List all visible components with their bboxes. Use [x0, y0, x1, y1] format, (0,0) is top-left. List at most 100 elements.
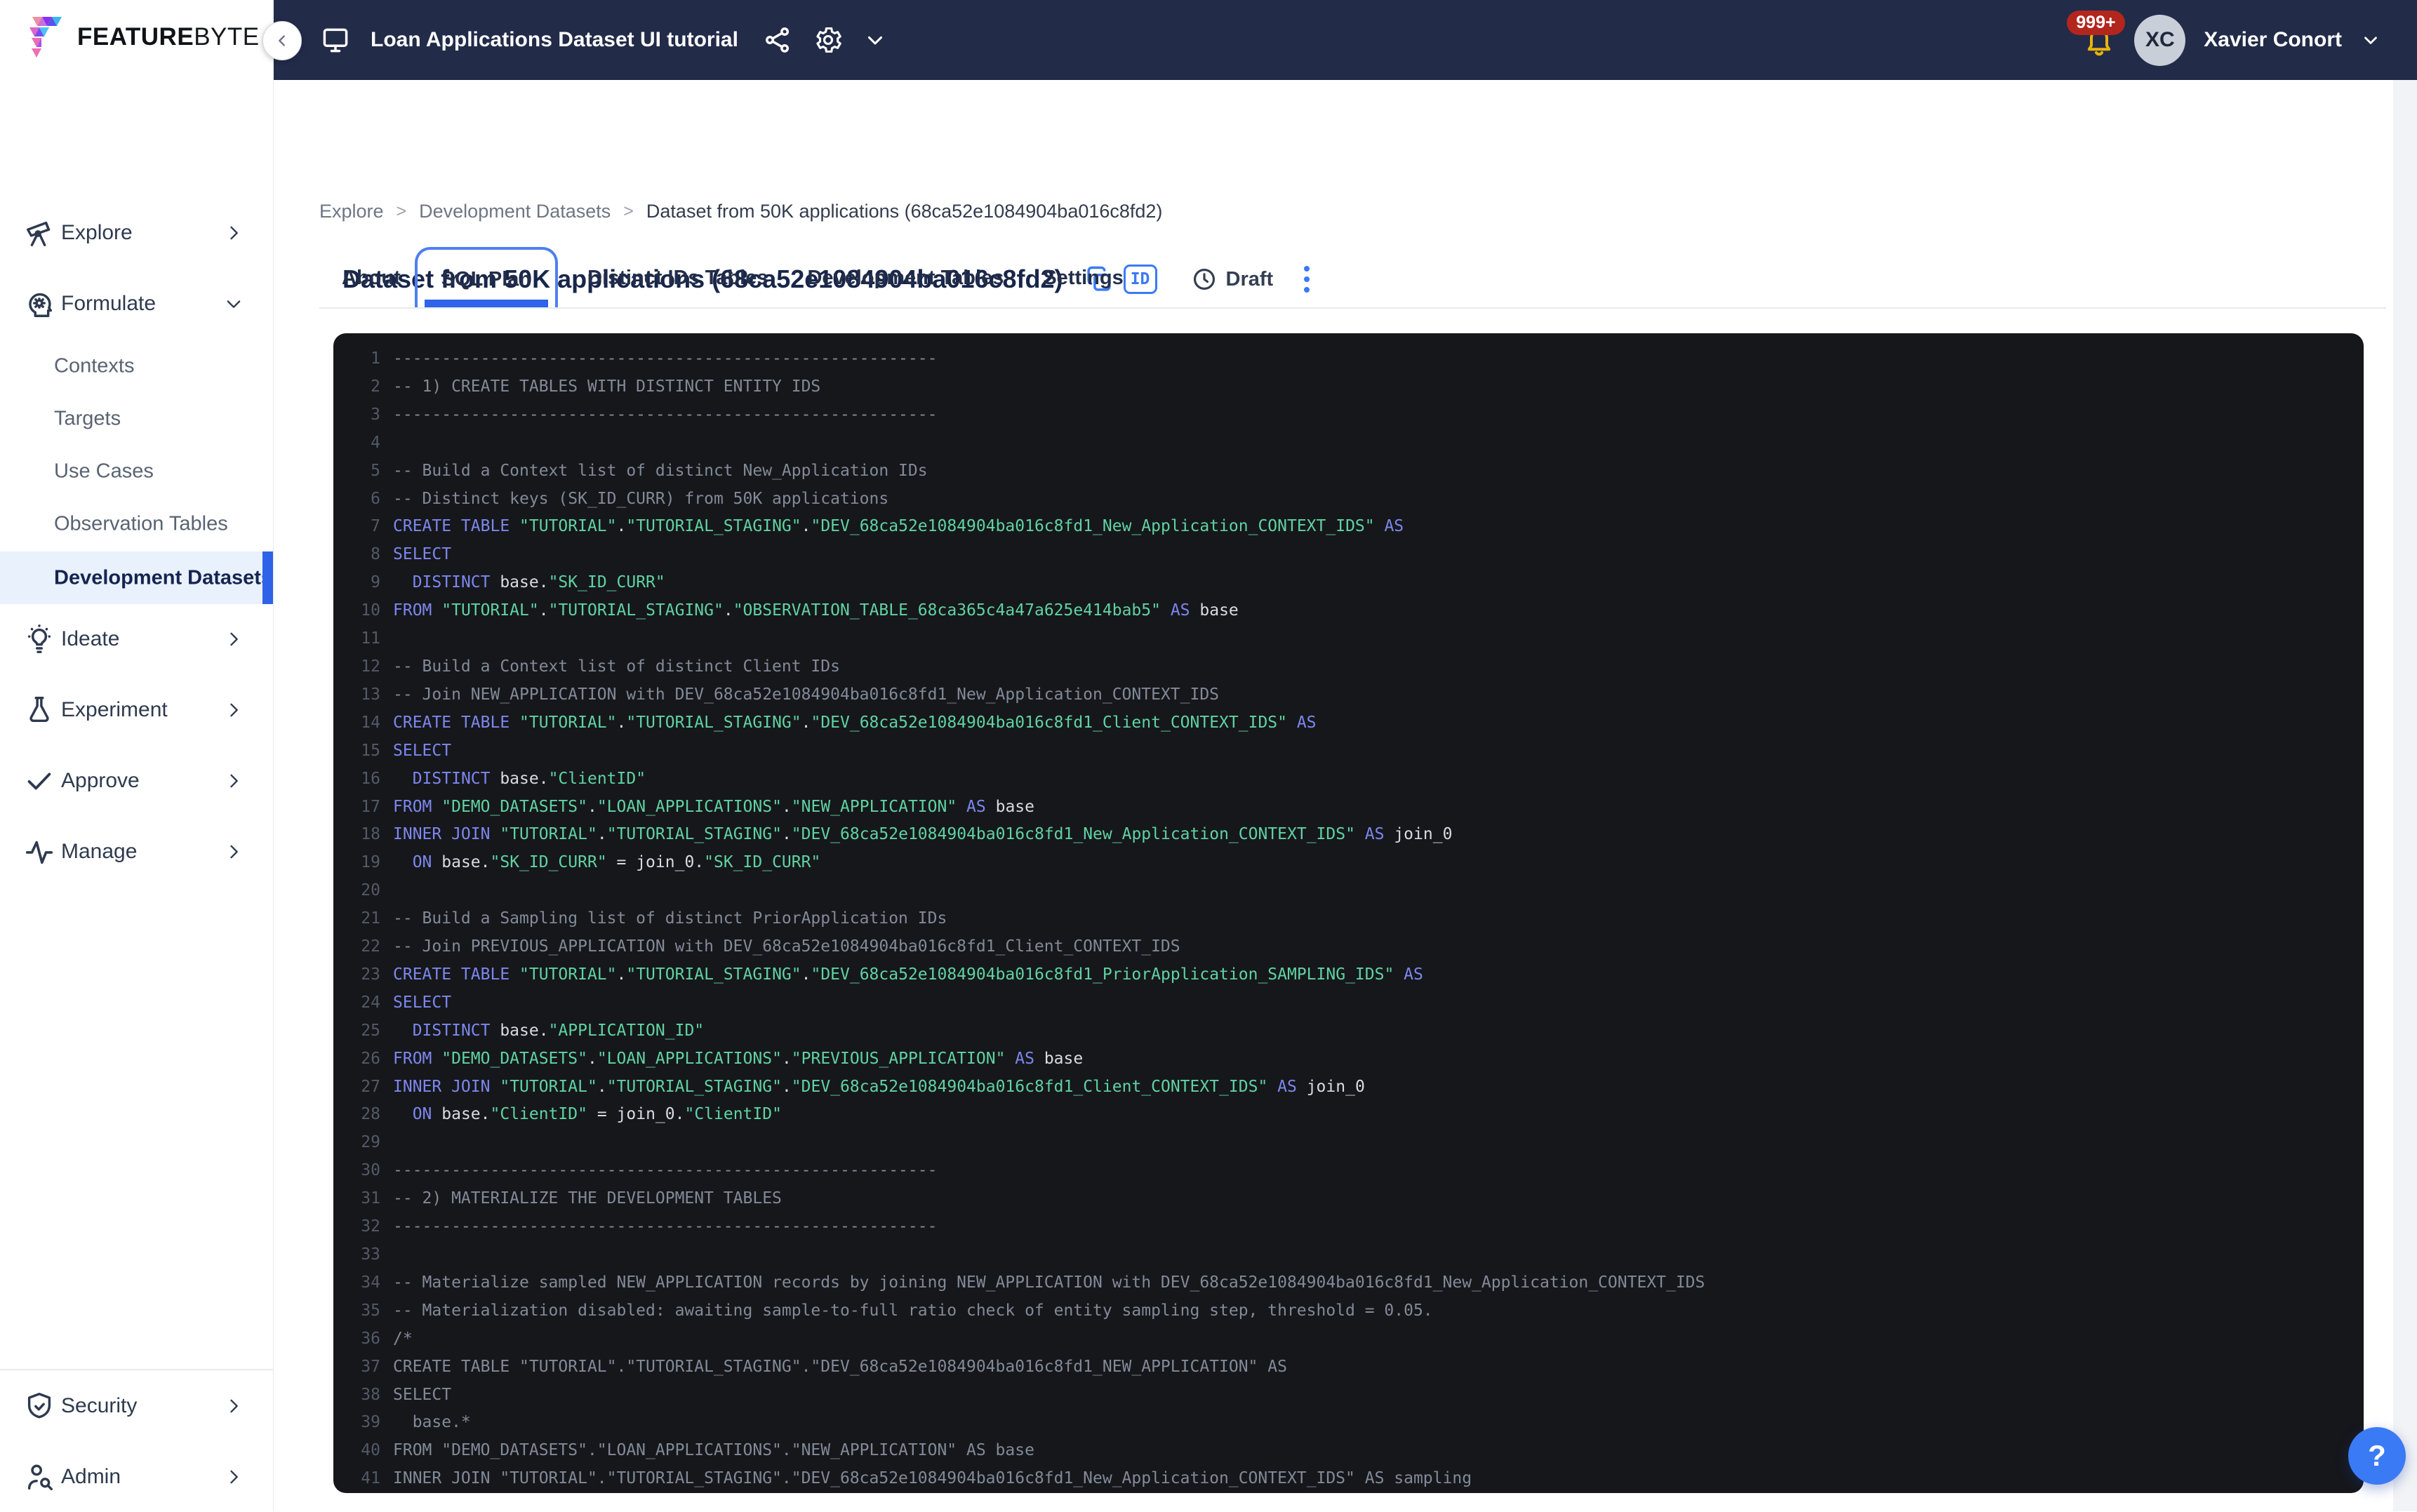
- code-line: 19 ON base."SK_ID_CURR" = join_0."SK_ID_…: [333, 849, 2364, 877]
- chevron-down-icon[interactable]: [863, 28, 887, 52]
- line-number: 40: [333, 1437, 380, 1465]
- line-number: 16: [333, 765, 380, 794]
- line-number: 36: [333, 1325, 380, 1353]
- sidebar-item-explore[interactable]: Explore: [0, 198, 273, 268]
- line-number: 41: [333, 1465, 380, 1493]
- sidebar-item-admin[interactable]: Admin: [0, 1442, 273, 1512]
- breadcrumb-separator: >: [397, 201, 407, 222]
- code-line: 8SELECT: [333, 541, 2364, 569]
- code-line: 35-- Materialization disabled: awaiting …: [333, 1297, 2364, 1325]
- breadcrumb-separator: >: [623, 201, 634, 222]
- line-number: 31: [333, 1185, 380, 1213]
- line-number: 9: [333, 569, 380, 597]
- breadcrumb-explore[interactable]: Explore: [319, 201, 384, 222]
- code-line: 16 DISTINCT base."ClientID": [333, 765, 2364, 794]
- sidebar-divider: [0, 1369, 273, 1370]
- code-line: 14CREATE TABLE "TUTORIAL"."TUTORIAL_STAG…: [333, 709, 2364, 737]
- user-menu-chevron-icon[interactable]: [2360, 29, 2381, 51]
- code-line: 30--------------------------------------…: [333, 1157, 2364, 1185]
- page-scrollbar-track[interactable]: [2393, 80, 2417, 1511]
- line-number: 2: [333, 373, 380, 401]
- code-line: 41INNER JOIN "TUTORIAL"."TUTORIAL_STAGIN…: [333, 1465, 2364, 1493]
- code-line: 36/*: [333, 1325, 2364, 1353]
- code-line: 26FROM "DEMO_DATASETS"."LOAN_APPLICATION…: [333, 1045, 2364, 1073]
- code-line: 1---------------------------------------…: [333, 345, 2364, 373]
- line-number: 5: [333, 457, 380, 486]
- sidebar-item-security[interactable]: Security: [0, 1371, 273, 1441]
- tab-divider: [319, 307, 2386, 309]
- line-number: 28: [333, 1101, 380, 1129]
- avatar[interactable]: XC: [2134, 15, 2185, 66]
- featurebyte-logo[interactable]: FEATUREBYTE: [28, 15, 260, 59]
- check-icon: [23, 765, 55, 797]
- code-line: 13-- Join NEW_APPLICATION with DEV_68ca5…: [333, 681, 2364, 709]
- flask-icon: [23, 694, 55, 726]
- line-number: 4: [333, 429, 380, 457]
- line-number: 30: [333, 1157, 380, 1185]
- line-number: 33: [333, 1241, 380, 1269]
- chevron-right-icon: [224, 223, 244, 243]
- chevron-right-icon: [224, 700, 244, 720]
- kebab-menu-icon[interactable]: [1301, 263, 1312, 295]
- line-number: 14: [333, 709, 380, 737]
- breadcrumb-development-datasets[interactable]: Development Datasets: [419, 201, 611, 222]
- topbar: Loan Applications Dataset UI tutorial 99…: [274, 0, 2417, 80]
- code-line: 33: [333, 1241, 2364, 1269]
- code-line: 6-- Distinct keys (SK_ID_CURR) from 50K …: [333, 486, 2364, 514]
- sidebar-collapse-button[interactable]: [262, 21, 302, 60]
- chevron-right-icon: [224, 842, 244, 862]
- line-number: 7: [333, 513, 380, 541]
- sql-plan-editor[interactable]: 1---------------------------------------…: [333, 333, 2364, 1493]
- user-search-icon: [23, 1461, 55, 1493]
- monitor-icon: [320, 25, 351, 55]
- line-number: 6: [333, 486, 380, 514]
- tab-sql-plan[interactable]: SQL Plan: [415, 247, 558, 309]
- chevron-left-icon: [274, 33, 290, 48]
- code-line: 28 ON base."ClientID" = join_0."ClientID…: [333, 1101, 2364, 1129]
- telescope-icon: [23, 217, 55, 249]
- line-number: 24: [333, 989, 380, 1017]
- help-button[interactable]: ?: [2348, 1427, 2406, 1485]
- line-number: 3: [333, 401, 380, 429]
- sidebar-item-approve[interactable]: Approve: [0, 746, 273, 816]
- code-line: 9 DISTINCT base."SK_ID_CURR": [333, 569, 2364, 597]
- code-line: 38SELECT: [333, 1381, 2364, 1410]
- sidebar-item-experiment[interactable]: Experiment: [0, 675, 273, 745]
- share-icon[interactable]: [762, 25, 793, 55]
- tab-bar: About SQL Plan Distinct IDs Tables Devel…: [338, 247, 1128, 309]
- line-number: 23: [333, 961, 380, 989]
- notifications-button[interactable]: 999+: [2082, 23, 2116, 57]
- tab-about[interactable]: About: [338, 267, 405, 290]
- line-number: 34: [333, 1269, 380, 1297]
- sidebar-item-ideate[interactable]: Ideate: [0, 604, 273, 674]
- copy-id-icon[interactable]: ID: [1124, 265, 1157, 294]
- line-number: 35: [333, 1297, 380, 1325]
- code-line: 2-- 1) CREATE TABLES WITH DISTINCT ENTIT…: [333, 373, 2364, 401]
- tab-development-tables[interactable]: Development Tables: [803, 267, 1008, 290]
- line-number: 10: [333, 597, 380, 625]
- sidebar-item-manage[interactable]: Manage: [0, 817, 273, 887]
- line-number: 20: [333, 877, 380, 905]
- tab-settings[interactable]: Settings: [1039, 267, 1127, 290]
- sidebar-item-observation-tables[interactable]: Observation Tables: [0, 497, 273, 550]
- code-line: 17FROM "DEMO_DATASETS"."LOAN_APPLICATION…: [333, 794, 2364, 822]
- code-line: 31-- 2) MATERIALIZE THE DEVELOPMENT TABL…: [333, 1185, 2364, 1213]
- tab-distinct-ids-tables[interactable]: Distinct IDs Tables: [583, 267, 772, 290]
- gear-icon[interactable]: [813, 25, 844, 55]
- sidebar-item-formulate[interactable]: Formulate: [0, 269, 273, 339]
- sidebar-item-targets[interactable]: Targets: [0, 392, 273, 445]
- code-line: 15SELECT: [333, 737, 2364, 765]
- line-number: 32: [333, 1213, 380, 1241]
- sidebar-item-development-datasets[interactable]: Development Datasets: [0, 551, 273, 604]
- code-line: 37CREATE TABLE "TUTORIAL"."TUTORIAL_STAG…: [333, 1353, 2364, 1381]
- code-line: 23CREATE TABLE "TUTORIAL"."TUTORIAL_STAG…: [333, 961, 2364, 989]
- head-gear-icon: [23, 288, 55, 320]
- code-line: 25 DISTINCT base."APPLICATION_ID": [333, 1017, 2364, 1045]
- main-content: Explore > Development Datasets > Dataset…: [274, 80, 2417, 1511]
- user-name: Xavier Conort: [2204, 28, 2342, 52]
- sidebar-item-use-cases[interactable]: Use Cases: [0, 445, 273, 497]
- sidebar-item-contexts[interactable]: Contexts: [0, 340, 273, 392]
- line-number: 38: [333, 1381, 380, 1410]
- chevron-down-icon: [224, 294, 244, 314]
- code-line: 3---------------------------------------…: [333, 401, 2364, 429]
